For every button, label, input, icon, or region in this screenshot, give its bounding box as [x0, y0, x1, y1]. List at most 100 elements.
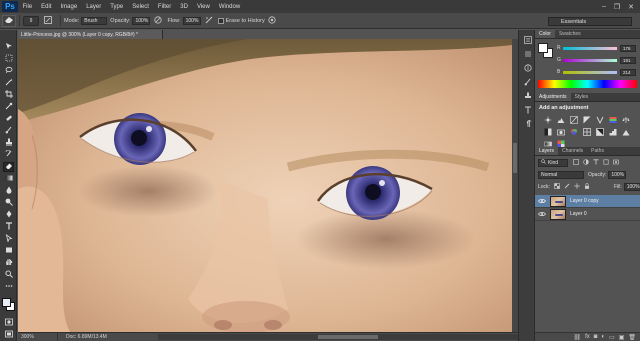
filter-type-icon[interactable] — [593, 158, 599, 167]
hand-tool[interactable] — [3, 258, 14, 268]
minimize-button[interactable]: – — [602, 3, 606, 11]
menu-window[interactable]: Window — [214, 4, 244, 10]
layer-row-0[interactable]: Layer 0 — [535, 208, 640, 221]
tab-layers[interactable]: Layers — [535, 147, 559, 155]
flow-input[interactable]: 100% — [182, 16, 201, 25]
type-tool[interactable] — [3, 222, 14, 232]
blue-slider[interactable] — [563, 70, 617, 74]
panel-foreground-swatch[interactable] — [538, 43, 548, 53]
blue-value-input[interactable]: 214 — [620, 68, 636, 76]
dock-info-button[interactable] — [522, 64, 533, 74]
document-tab[interactable]: Little-Princess.jpg @ 300% (Layer 0 copy… — [18, 30, 163, 39]
tab-swatches[interactable]: Swatches — [555, 30, 585, 38]
visibility-eye-icon[interactable] — [537, 196, 547, 206]
workspace-switcher[interactable]: Essentials — [548, 17, 632, 26]
hue-saturation-icon[interactable] — [608, 115, 618, 124]
color-lookup-icon[interactable] — [582, 127, 592, 136]
layer-opacity-input[interactable]: 100% — [608, 170, 627, 179]
zoom-tool[interactable] — [3, 270, 14, 280]
lock-all-icon[interactable] — [584, 182, 590, 191]
delete-layer-icon[interactable]: 🗑 — [628, 334, 636, 341]
dock-character-button[interactable] — [522, 106, 533, 116]
lock-transparent-icon[interactable] — [554, 182, 560, 191]
more-tools[interactable] — [3, 282, 14, 292]
mode-select[interactable]: Brush — [81, 16, 108, 25]
screen-mode-button[interactable] — [3, 330, 14, 340]
menu-edit[interactable]: Edit — [37, 4, 56, 10]
filter-pixel-icon[interactable] — [573, 158, 579, 167]
document-canvas[interactable] — [18, 39, 512, 332]
invert-icon[interactable] — [595, 127, 605, 136]
color-balance-icon[interactable] — [621, 115, 631, 124]
erase-history-checkbox[interactable] — [217, 17, 224, 24]
green-value-input[interactable]: 191 — [620, 56, 636, 64]
exposure-icon[interactable] — [582, 115, 592, 124]
vibrance-icon[interactable] — [595, 115, 605, 124]
new-adjustment-icon[interactable]: ◐ — [601, 334, 605, 340]
pressure-size-button[interactable] — [267, 15, 277, 26]
opacity-input[interactable]: 100% — [132, 16, 151, 25]
tab-channels[interactable]: Channels — [558, 147, 587, 155]
eyedropper-tool[interactable] — [3, 102, 14, 112]
tool-preset-picker[interactable] — [2, 14, 16, 27]
visibility-eye-icon[interactable] — [537, 209, 547, 219]
eraser-tool[interactable] — [3, 162, 14, 172]
levels-icon[interactable] — [556, 115, 566, 124]
dock-paragraph-button[interactable] — [522, 120, 533, 130]
dodge-tool[interactable] — [3, 198, 14, 208]
menu-view[interactable]: View — [192, 4, 214, 10]
quick-mask-button[interactable] — [3, 318, 14, 328]
menu-3d[interactable]: 3D — [176, 4, 193, 10]
layer-row-0-copy[interactable]: Layer 0 copy — [535, 195, 640, 208]
tab-styles[interactable]: Styles — [571, 93, 593, 101]
filter-shape-icon[interactable] — [603, 159, 609, 167]
dock-brush-button[interactable] — [522, 78, 533, 88]
menu-type[interactable]: Type — [106, 4, 128, 10]
blend-mode-select[interactable]: Normal — [538, 170, 584, 179]
horizontal-scrollbar[interactable] — [158, 334, 518, 340]
brightness-icon[interactable] — [543, 115, 553, 124]
black-white-icon[interactable] — [543, 127, 553, 136]
close-button[interactable]: ✕ — [628, 3, 634, 11]
posterize-icon[interactable] — [608, 127, 618, 136]
restore-button[interactable]: ❐ — [614, 3, 620, 11]
new-group-icon[interactable]: ▭ — [609, 334, 615, 341]
color-spectrum[interactable] — [538, 80, 637, 88]
fill-input[interactable]: 100% — [623, 182, 640, 191]
link-layers-icon[interactable]: ⛓ — [573, 334, 581, 341]
pressure-opacity-button[interactable] — [153, 15, 163, 26]
red-value-input[interactable]: 176 — [620, 44, 636, 52]
healing-brush-tool[interactable] — [3, 114, 14, 124]
lasso-tool[interactable] — [3, 66, 14, 76]
blur-tool[interactable] — [3, 186, 14, 196]
curves-icon[interactable] — [569, 115, 579, 124]
quick-select-tool[interactable] — [3, 78, 14, 88]
menu-image[interactable]: Image — [56, 4, 82, 10]
channel-mixer-icon[interactable] — [569, 127, 579, 136]
clone-stamp-tool[interactable] — [3, 138, 14, 148]
brush-panel-toggle[interactable] — [43, 15, 53, 26]
menu-file[interactable]: File — [18, 4, 37, 10]
path-selection-tool[interactable] — [3, 234, 14, 244]
add-mask-icon[interactable]: ◙ — [594, 334, 598, 340]
red-slider[interactable] — [563, 46, 617, 50]
gradient-tool[interactable] — [3, 174, 14, 184]
brush-tool[interactable] — [3, 126, 14, 136]
zoom-level[interactable]: 300% — [18, 333, 58, 341]
menu-layer[interactable]: Layer — [82, 4, 106, 10]
horizontal-scroll-thumb[interactable] — [318, 335, 378, 339]
layer-filter-select[interactable]: Kind — [538, 158, 568, 167]
move-tool[interactable] — [3, 42, 14, 52]
shape-tool[interactable] — [3, 246, 14, 256]
marquee-tool[interactable] — [3, 54, 14, 64]
brush-picker[interactable]: 9 — [23, 15, 39, 26]
airbrush-button[interactable] — [204, 16, 214, 26]
history-brush-tool[interactable] — [3, 149, 14, 160]
pen-tool[interactable] — [3, 210, 14, 220]
filter-smart-icon[interactable] — [613, 159, 619, 167]
photo-filter-icon[interactable] — [556, 127, 566, 136]
foreground-color-swatch[interactable] — [2, 298, 11, 307]
new-layer-icon[interactable]: ▣ — [619, 334, 625, 341]
crop-tool[interactable] — [3, 90, 14, 100]
dock-properties-button[interactable] — [522, 50, 533, 60]
